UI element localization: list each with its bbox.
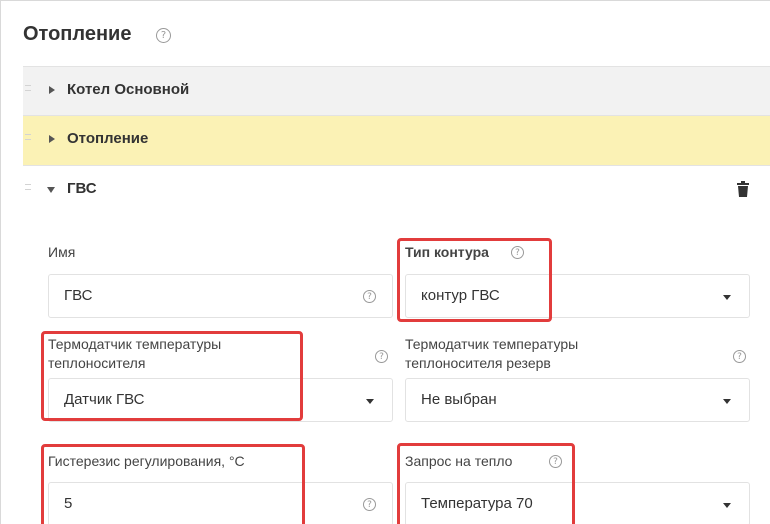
chevron-down-icon xyxy=(723,399,731,404)
circuit-type-value: контур ГВС xyxy=(421,287,500,304)
chevron-down-icon xyxy=(366,399,374,404)
hysteresis-label: Гистерезис регулирования, °C xyxy=(48,453,245,469)
panel-header[interactable]: ГВС xyxy=(23,166,770,215)
name-label: Имя xyxy=(48,244,76,260)
sensor-reserve-label-line1: Термодатчик температуры xyxy=(405,336,579,352)
sensor-reserve-select[interactable]: Не выбран xyxy=(405,378,750,422)
hysteresis-input[interactable]: 5 ? xyxy=(48,482,393,524)
caret-right-icon xyxy=(49,86,55,94)
circuit-type-label: Тип контура xyxy=(405,244,489,260)
heating-settings-card: Отопление ? Котел Основной Отопление ГВС xyxy=(0,0,770,524)
panel-header[interactable]: Котел Основной xyxy=(23,67,770,116)
panel-header[interactable]: Отопление xyxy=(23,116,770,165)
sensor-select[interactable]: Датчик ГВС xyxy=(48,378,393,422)
panel-label: Отопление xyxy=(67,130,149,147)
heat-request-value: Температура 70 xyxy=(421,495,533,512)
hysteresis-value: 5 xyxy=(64,495,73,512)
circuit-type-select[interactable]: контур ГВС xyxy=(405,274,750,318)
heat-request-label: Запрос на тепло xyxy=(405,453,513,469)
panel-kotel-osnovnoy[interactable]: Котел Основной xyxy=(23,66,770,115)
question-circle-icon[interactable]: ? xyxy=(549,455,562,468)
sensor-reserve-label-line2: теплоносителя резерв xyxy=(405,355,551,371)
question-circle-icon[interactable]: ? xyxy=(733,350,746,363)
sensor-label-line2: теплоносителя xyxy=(48,355,146,371)
question-circle-icon[interactable]: ? xyxy=(363,498,376,511)
question-circle-icon[interactable]: ? xyxy=(156,28,171,43)
sensor-reserve-value: Не выбран xyxy=(421,391,497,408)
panel-label: ГВС xyxy=(67,180,97,197)
name-value: ГВС xyxy=(64,287,93,304)
panel-label: Котел Основной xyxy=(67,81,190,98)
page-title: Отопление xyxy=(23,23,132,45)
drag-handle-icon[interactable] xyxy=(25,85,31,95)
name-input[interactable]: ГВС ? xyxy=(48,274,393,318)
caret-right-icon xyxy=(49,135,55,143)
question-circle-icon[interactable]: ? xyxy=(511,246,524,259)
chevron-down-icon xyxy=(723,295,731,300)
question-circle-icon[interactable]: ? xyxy=(363,290,376,303)
drag-handle-icon[interactable] xyxy=(25,134,31,144)
panel-otoplenie[interactable]: Отопление xyxy=(23,115,770,165)
caret-down-icon xyxy=(47,187,55,193)
sensor-label-line1: Термодатчик температуры xyxy=(48,336,222,352)
heat-request-select[interactable]: Температура 70 xyxy=(405,482,750,524)
question-circle-icon[interactable]: ? xyxy=(375,350,388,363)
panel-gvs: ГВС Имя ГВС ? Тип контура ? контур ГВС Т… xyxy=(23,165,770,524)
chevron-down-icon xyxy=(723,503,731,508)
trash-icon[interactable] xyxy=(737,181,749,197)
drag-handle-icon[interactable] xyxy=(25,184,31,194)
sensor-value: Датчик ГВС xyxy=(64,391,145,408)
